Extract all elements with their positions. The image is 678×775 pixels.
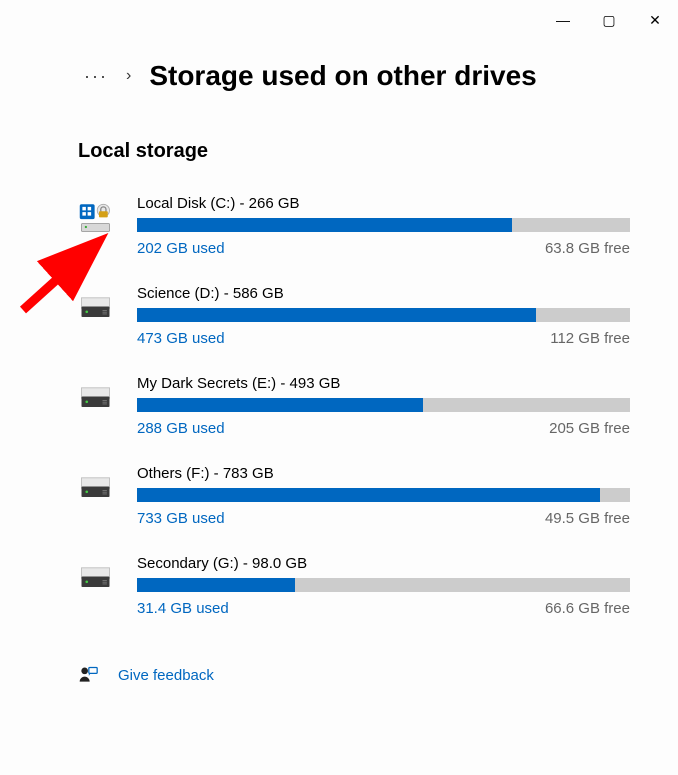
drive-item[interactable]: Others (F:) - 783 GB 733 GB used 49.5 GB f… [78, 465, 630, 527]
drive-info: Others (F:) - 783 GB 733 GB used 49.5 GB f… [137, 465, 630, 527]
hdd-drive-icon [78, 379, 113, 414]
drive-free-text: 49.5 GB free [545, 510, 630, 527]
drive-info: Local Disk (C:) - 266 GB 202 GB used 63.8 … [137, 195, 630, 257]
drive-title: Science (D:) - 586 GB [137, 285, 630, 302]
storage-progress-fill [137, 218, 512, 232]
storage-progress-bar [137, 578, 630, 592]
titlebar: — ▢ ✕ [0, 0, 678, 40]
drive-info: My Dark Secrets (E:) - 493 GB 288 GB used… [137, 375, 630, 437]
drive-stats: 733 GB used 49.5 GB free [137, 510, 630, 527]
storage-progress-bar [137, 218, 630, 232]
section-title: Local storage [78, 140, 630, 163]
drive-title: Secondary (G:) - 98.0 GB [137, 555, 630, 572]
hdd-drive-icon [78, 469, 113, 504]
drive-used-text: 733 GB used [137, 510, 225, 527]
drive-free-text: 66.6 GB free [545, 600, 630, 617]
close-button[interactable]: ✕ [632, 4, 678, 36]
drive-item[interactable]: Local Disk (C:) - 266 GB 202 GB used 63.8 … [78, 195, 630, 257]
breadcrumb-ellipsis-icon[interactable]: ··· [84, 66, 108, 87]
drive-stats: 31.4 GB used 66.6 GB free [137, 600, 630, 617]
drive-info: Secondary (G:) - 98.0 GB 31.4 GB used 66.6… [137, 555, 630, 617]
drive-stats: 473 GB used 112 GB free [137, 330, 630, 347]
drive-item[interactable]: Secondary (G:) - 98.0 GB 31.4 GB used 66.6… [78, 555, 630, 617]
minimize-button[interactable]: — [540, 4, 586, 36]
drive-title: My Dark Secrets (E:) - 493 GB [137, 375, 630, 392]
storage-progress-fill [137, 578, 295, 592]
drive-free-text: 205 GB free [549, 420, 630, 437]
page-title: Storage used on other drives [149, 60, 536, 92]
storage-progress-bar [137, 308, 630, 322]
system-drive-icon [78, 199, 113, 234]
drive-stats: 288 GB used 205 GB free [137, 420, 630, 437]
chevron-right-icon: › [126, 67, 131, 85]
drive-free-text: 63.8 GB free [545, 240, 630, 257]
drive-title: Local Disk (C:) - 266 GB [137, 195, 630, 212]
storage-progress-bar [137, 488, 630, 502]
drive-used-text: 473 GB used [137, 330, 225, 347]
drive-used-text: 288 GB used [137, 420, 225, 437]
drive-free-text: 112 GB free [550, 330, 630, 347]
drive-info: Science (D:) - 586 GB 473 GB used 112 GB f… [137, 285, 630, 347]
hdd-drive-icon [78, 289, 113, 324]
drive-stats: 202 GB used 63.8 GB free [137, 240, 630, 257]
drive-item[interactable]: Science (D:) - 586 GB 473 GB used 112 GB f… [78, 285, 630, 347]
storage-progress-bar [137, 398, 630, 412]
maximize-button[interactable]: ▢ [586, 4, 632, 36]
feedback-link[interactable]: Give feedback [78, 665, 630, 685]
drive-item[interactable]: My Dark Secrets (E:) - 493 GB 288 GB used… [78, 375, 630, 437]
content-area: ··· › Storage used on other drives Local… [0, 40, 678, 705]
drive-used-text: 31.4 GB used [137, 600, 229, 617]
feedback-icon [78, 665, 98, 685]
breadcrumb: ··· › Storage used on other drives [84, 60, 630, 92]
drive-used-text: 202 GB used [137, 240, 225, 257]
feedback-label: Give feedback [118, 667, 214, 684]
storage-progress-fill [137, 308, 536, 322]
drive-list: Local Disk (C:) - 266 GB 202 GB used 63.8 … [78, 195, 630, 617]
storage-progress-fill [137, 488, 600, 502]
drive-title: Others (F:) - 783 GB [137, 465, 630, 482]
hdd-drive-icon [78, 559, 113, 594]
storage-progress-fill [137, 398, 423, 412]
